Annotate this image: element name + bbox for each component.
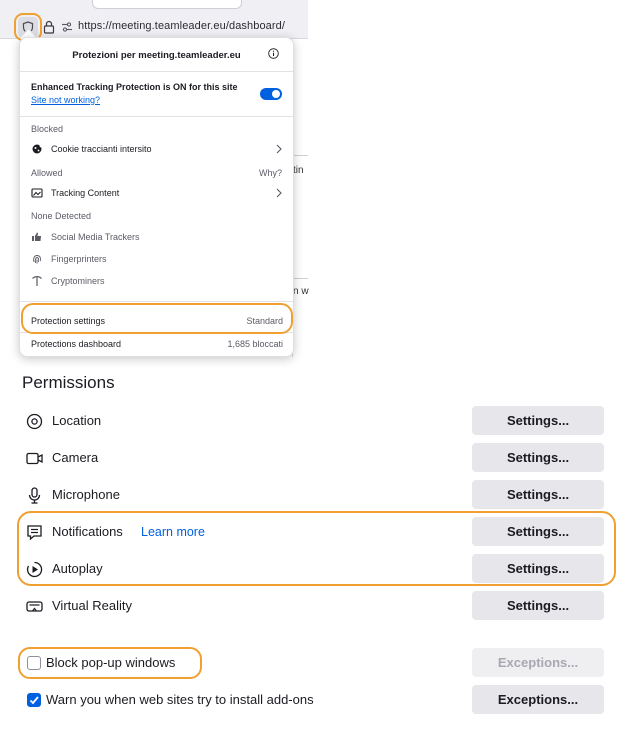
panel-title: Protezioni per meeting.teamleader.eu — [72, 50, 241, 61]
warn-addons-checkbox[interactable] — [27, 693, 41, 707]
permission-label: Microphone — [52, 487, 120, 502]
permission-row-location: Location Settings... — [24, 406, 604, 436]
blocked-item-cookies[interactable]: Cookie traccianti intersito — [31, 140, 283, 158]
protections-panel: Protezioni per meeting.teamleader.eu Enh… — [19, 37, 294, 357]
permission-label: Camera — [52, 450, 99, 465]
cookie-icon — [31, 143, 43, 155]
separator — [20, 116, 293, 117]
tracking-content-icon — [31, 187, 43, 199]
why-link[interactable]: Why? — [259, 168, 282, 178]
permission-label: Notifications — [52, 524, 123, 539]
etp-toggle[interactable] — [260, 88, 282, 100]
vr-settings-button[interactable]: Settings... — [472, 591, 604, 620]
allowed-label: Allowed — [31, 168, 63, 178]
microphone-settings-button[interactable]: Settings... — [472, 480, 604, 509]
tab-strip-edge — [92, 0, 242, 9]
protection-settings-value: Standard — [246, 316, 283, 326]
none-item-label: Social Media Trackers — [51, 232, 140, 242]
blocked-label: Blocked — [31, 124, 64, 134]
warn-addons-row: Warn you when web sites try to install a… — [24, 685, 604, 715]
protections-dashboard-row[interactable]: Protections dashboard 1,685 bloccati — [31, 339, 283, 349]
popup-exceptions-button: Exceptions... — [472, 648, 604, 677]
protection-settings-row[interactable]: Protection settings Standard — [31, 316, 283, 326]
microphone-icon — [28, 487, 41, 504]
none-item-label: Cryptominers — [51, 276, 105, 286]
none-item-fingerprinters[interactable]: Fingerprinters — [31, 250, 283, 268]
page-fragment: n w — [293, 286, 309, 297]
permission-label: Autoplay — [52, 561, 103, 576]
chevron-right-icon — [276, 188, 282, 198]
page-fragment: tin — [293, 165, 304, 176]
block-popups-row: Block pop-up windows Exceptions... — [24, 648, 604, 678]
none-item-label: Fingerprinters — [51, 254, 107, 264]
page-rule — [292, 155, 308, 156]
separator — [20, 301, 293, 302]
block-popups-checkbox[interactable] — [27, 656, 41, 670]
camera-icon — [26, 452, 43, 465]
none-item-cryptominers[interactable]: Cryptominers — [31, 272, 283, 290]
permissions-title: Permissions — [22, 373, 115, 392]
url-text[interactable]: https://meeting.teamleader.eu/dashboard/ — [78, 20, 285, 32]
protections-dashboard-label: Protections dashboard — [31, 339, 122, 349]
notification-icon — [27, 525, 42, 541]
fingerprint-icon — [31, 253, 43, 265]
allowed-item-tracking[interactable]: Tracking Content — [31, 184, 283, 202]
learn-more-link[interactable]: Learn more — [141, 525, 205, 539]
block-popups-label[interactable]: Block pop-up windows — [46, 655, 175, 670]
autoplay-settings-button[interactable]: Settings... — [472, 554, 604, 583]
permission-row-autoplay: Autoplay Settings... — [24, 554, 604, 584]
permission-row-microphone: Microphone Settings... — [24, 480, 604, 510]
camera-settings-button[interactable]: Settings... — [472, 443, 604, 472]
etp-status: Enhanced Tracking Protection is ON for t… — [31, 82, 238, 92]
allowed-item-label: Tracking Content — [51, 188, 120, 198]
protection-settings-label: Protection settings — [31, 316, 106, 326]
chevron-right-icon — [276, 144, 282, 154]
permission-row-camera: Camera Settings... — [24, 443, 604, 473]
separator — [20, 332, 293, 333]
pickaxe-icon — [31, 275, 43, 287]
checkmark-icon — [29, 696, 39, 705]
panel-header: Protezioni per meeting.teamleader.eu — [20, 38, 293, 80]
permission-row-vr: Virtual Reality Settings... — [24, 591, 604, 621]
page-rule — [292, 278, 308, 279]
site-not-working-link[interactable]: Site not working? — [31, 95, 100, 105]
notifications-settings-button[interactable]: Settings... — [472, 517, 604, 546]
permissions-icon[interactable] — [61, 21, 73, 33]
blocked-count: 1,685 bloccati — [227, 339, 283, 349]
none-detected-label: None Detected — [31, 211, 92, 221]
blocked-item-label: Cookie traccianti intersito — [51, 144, 152, 154]
permission-row-notifications: Notifications Learn more Settings... — [24, 517, 604, 547]
permission-label: Virtual Reality — [52, 598, 132, 613]
address-bar: https://meeting.teamleader.eu/dashboard/ — [0, 0, 308, 39]
info-icon[interactable] — [268, 48, 279, 59]
separator — [20, 71, 293, 72]
autoplay-icon — [26, 561, 43, 578]
permission-label: Location — [52, 413, 102, 428]
location-icon — [26, 413, 43, 430]
thumbs-icon — [31, 231, 43, 243]
none-item-social[interactable]: Social Media Trackers — [31, 228, 283, 246]
addon-exceptions-button[interactable]: Exceptions... — [472, 685, 604, 714]
location-settings-button[interactable]: Settings... — [472, 406, 604, 435]
warn-addons-label[interactable]: Warn you when web sites try to install a… — [46, 692, 314, 707]
lock-icon[interactable] — [43, 20, 55, 34]
vr-headset-icon — [26, 601, 43, 612]
